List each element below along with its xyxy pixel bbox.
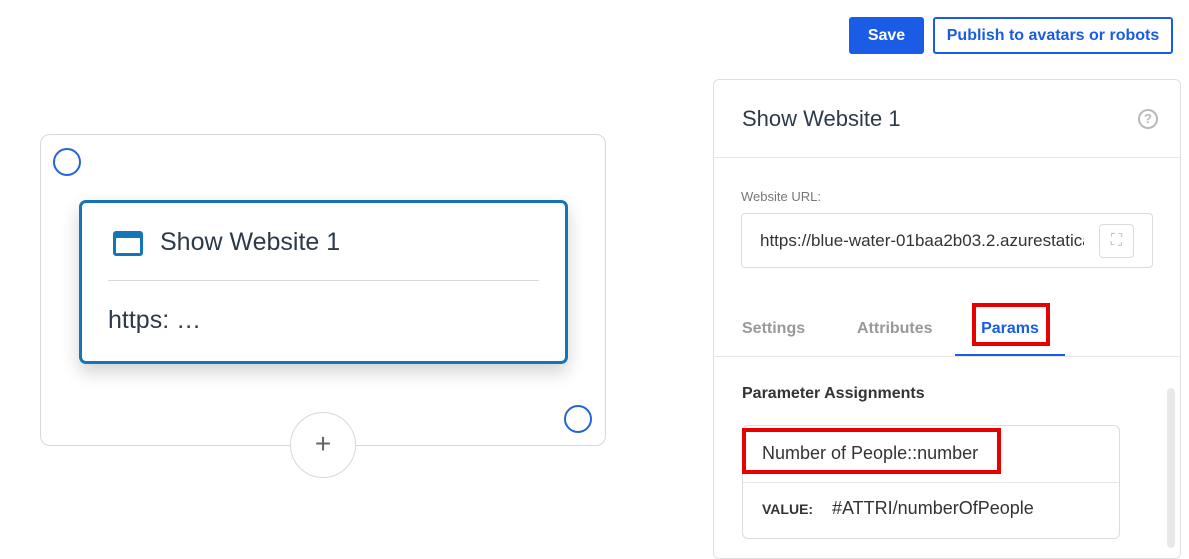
top-toolbar: Save Publish to avatars or robots: [836, 10, 1181, 62]
website-url-label: Website URL:: [741, 189, 821, 204]
node-divider: [108, 280, 539, 281]
node-title: Show Website 1: [160, 228, 341, 256]
connection-handle-top-left[interactable]: [53, 148, 81, 176]
expand-icon[interactable]: ⛶: [1099, 224, 1134, 258]
tab-settings[interactable]: Settings: [742, 320, 805, 338]
properties-panel: Show Website 1 ? Website URL: ⛶ Settings…: [713, 79, 1181, 559]
save-button[interactable]: Save: [849, 17, 924, 54]
panel-header: Show Website 1 ?: [714, 80, 1180, 158]
parameter-value[interactable]: #ATTRI/numberOfPeople: [832, 498, 1034, 519]
node-url-preview: https: …: [108, 306, 202, 334]
tab-attributes[interactable]: Attributes: [857, 320, 933, 338]
panel-title: Show Website 1: [742, 106, 901, 131]
panel-scrollbar[interactable]: [1167, 388, 1175, 548]
parameter-assignments-title: Parameter Assignments: [742, 385, 925, 402]
tab-params[interactable]: Params: [955, 300, 1065, 356]
value-label: VALUE:: [762, 501, 814, 517]
website-url-field: ⛶: [741, 213, 1153, 268]
publish-button[interactable]: Publish to avatars or robots: [933, 17, 1173, 54]
add-step-button[interactable]: +: [290, 412, 356, 478]
parameter-assignment-card: Number of People::number VALUE: #ATTRI/n…: [742, 425, 1120, 539]
connection-handle-bottom-right[interactable]: [564, 405, 592, 433]
flow-container[interactable]: Show Website 1 https: … +: [40, 134, 606, 478]
show-website-node[interactable]: Show Website 1 https: …: [79, 200, 568, 364]
panel-tabs: Settings Attributes Params: [714, 300, 1180, 357]
browser-window-icon: [113, 231, 143, 256]
help-icon[interactable]: ?: [1138, 109, 1158, 129]
website-url-input[interactable]: [742, 214, 1084, 267]
parameter-divider: [743, 482, 1119, 483]
parameter-name: Number of People::number: [762, 443, 979, 463]
